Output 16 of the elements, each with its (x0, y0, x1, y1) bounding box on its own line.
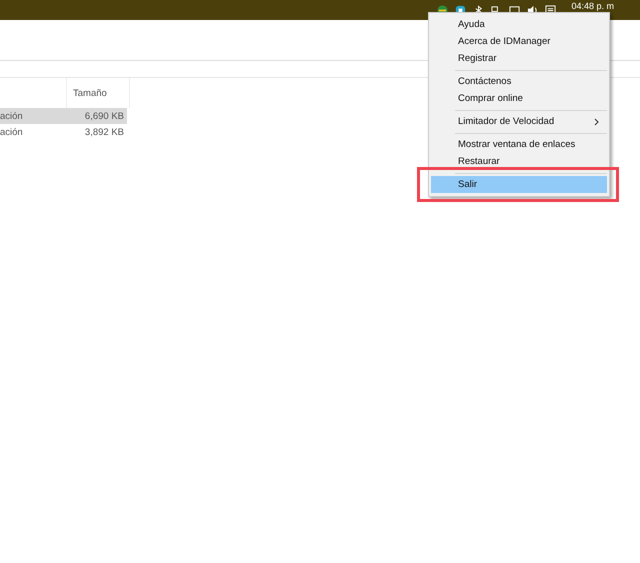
menu-item[interactable]: Mostrar ventana de enlaces (431, 136, 607, 153)
menu-item[interactable]: Restaurar (431, 153, 607, 170)
menu-item[interactable]: Limitador de Velocidad (431, 113, 607, 130)
file-row[interactable]: ación 3,892 KB (0, 124, 127, 140)
menu-item[interactable]: Salir (431, 176, 607, 193)
file-type: ación (0, 110, 24, 122)
menu-item[interactable]: Comprar online (431, 90, 607, 107)
menu-item[interactable]: Acerca de IDManager (431, 33, 607, 50)
file-type: ación (0, 126, 24, 138)
file-row[interactable]: ación 6,690 KB (0, 108, 127, 124)
file-size: 3,892 KB (84, 126, 124, 138)
menu-item[interactable]: Registrar (431, 50, 607, 67)
menu-item[interactable]: Ayuda (431, 16, 607, 33)
menu-item[interactable]: Contáctenos (431, 73, 607, 90)
clock[interactable]: 04:48 p. m (571, 1, 614, 11)
file-size: 6,690 KB (84, 110, 124, 122)
